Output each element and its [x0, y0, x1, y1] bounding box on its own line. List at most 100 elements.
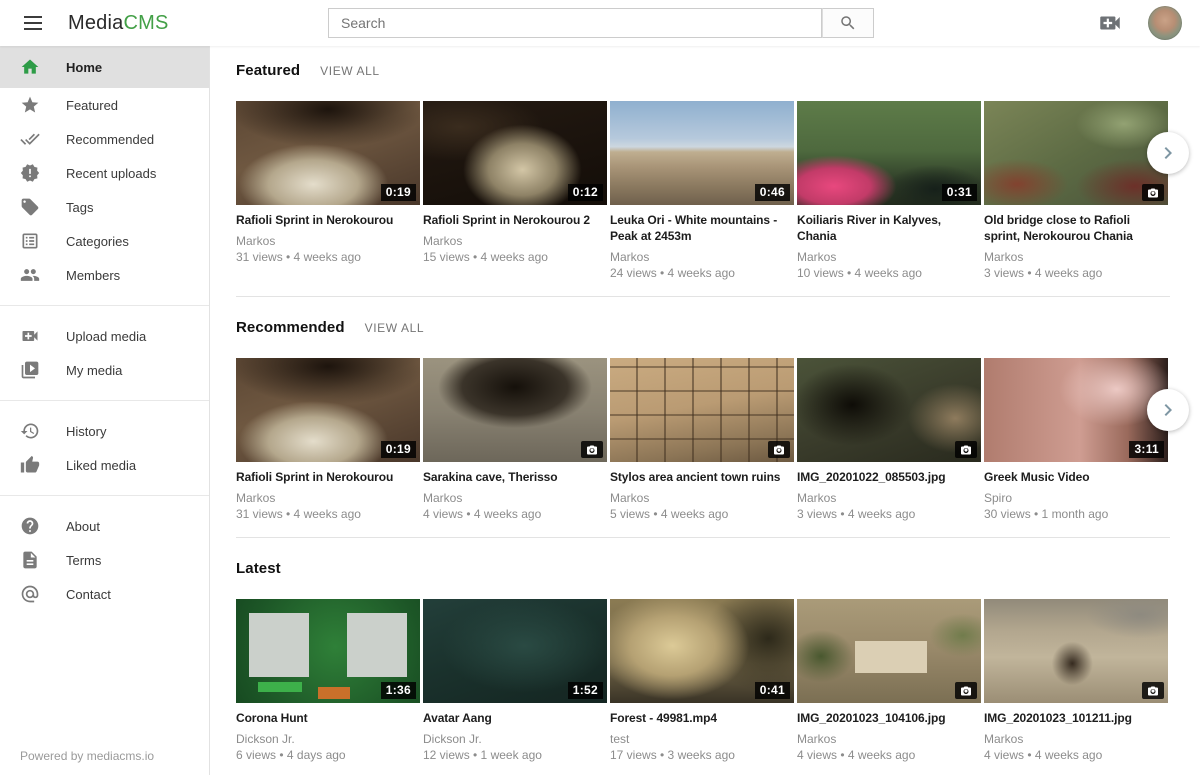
media-title[interactable]: Old bridge close to Rafioli sprint, Nero…	[984, 212, 1168, 244]
sidebar-item-members[interactable]: Members	[0, 258, 209, 292]
media-author[interactable]: Markos	[610, 250, 794, 265]
media-thumbnail[interactable]: 0:31	[797, 101, 981, 205]
media-title[interactable]: Rafioli Sprint in Nerokourou	[236, 469, 420, 485]
media-card[interactable]: 0:12 Rafioli Sprint in Nerokourou 2 Markos…	[423, 101, 607, 281]
card-row: 0:19Rafioli Sprint in NerokourouMarkos31…	[236, 101, 1170, 281]
section-title: Recommended	[236, 319, 345, 336]
media-author[interactable]: Markos	[236, 491, 420, 506]
media-title[interactable]: IMG_20201022_085503.jpg	[797, 469, 981, 485]
media-author[interactable]: Markos	[797, 491, 981, 506]
sidebar-item-categories[interactable]: Categories	[0, 224, 209, 258]
media-title[interactable]: Stylos area ancient town ruins	[610, 469, 794, 485]
media-card[interactable]: 0:46 Leuka Ori - White mountains - Peak a…	[610, 101, 794, 281]
media-thumbnail[interactable]	[423, 358, 607, 462]
sidebar-item-recommended[interactable]: Recommended	[0, 122, 209, 156]
sidebar-item-recent-uploads[interactable]: Recent uploads	[0, 156, 209, 190]
media-meta: 3 views • 4 weeks ago	[797, 507, 981, 522]
media-thumbnail[interactable]: 1:36	[236, 599, 420, 703]
section-header: FeaturedVIEW ALL	[236, 62, 1170, 84]
section-featured: FeaturedVIEW ALL0:19Rafioli Sprint in Ne…	[236, 62, 1170, 297]
menu-hamburger-icon[interactable]	[14, 4, 52, 42]
document-icon	[20, 550, 40, 570]
media-title[interactable]: Rafioli Sprint in Nerokourou	[236, 212, 420, 228]
media-author[interactable]: Markos	[984, 732, 1168, 747]
media-thumbnail[interactable]: 1:52	[423, 599, 607, 703]
media-title[interactable]: Koiliaris River in Kalyves, Chania	[797, 212, 981, 244]
view-all-link[interactable]: VIEW ALL	[320, 64, 380, 78]
card-row-wrap: 0:19Rafioli Sprint in NerokourouMarkos31…	[236, 358, 1170, 522]
section-header: Latest	[236, 560, 1170, 582]
media-thumbnail[interactable]: 0:12	[423, 101, 607, 205]
sidebar-item-upload-media[interactable]: Upload media	[0, 319, 209, 353]
people-icon	[20, 265, 40, 285]
media-card[interactable]: IMG_20201023_101211.jpgMarkos4 views • 4…	[984, 599, 1168, 763]
media-card[interactable]: 0:19 Rafioli Sprint in Nerokourou Markos31…	[236, 358, 420, 522]
media-card[interactable]: 3:11Greek Music VideoSpiro30 views • 1 m…	[984, 358, 1168, 522]
media-title[interactable]: Greek Music Video	[984, 469, 1168, 485]
media-thumbnail[interactable]	[984, 599, 1168, 703]
sidebar-item-featured[interactable]: Featured	[0, 88, 209, 122]
media-title[interactable]: Corona Hunt	[236, 710, 420, 726]
sidebar-item-home[interactable]: Home	[0, 46, 209, 88]
media-meta: 5 views • 4 weeks ago	[610, 507, 794, 522]
media-author[interactable]: Spiro	[984, 491, 1168, 506]
media-thumbnail[interactable]	[610, 358, 794, 462]
next-arrow-button[interactable]	[1147, 132, 1189, 174]
media-thumbnail[interactable]: 3:11	[984, 358, 1168, 462]
view-all-link[interactable]: VIEW ALL	[365, 321, 425, 335]
search-button[interactable]	[822, 8, 874, 38]
media-card[interactable]: 0:19Rafioli Sprint in NerokourouMarkos31…	[236, 101, 420, 281]
media-card[interactable]: 1:36Corona HuntDickson Jr.6 views • 4 da…	[236, 599, 420, 763]
media-card[interactable]: IMG_20201023_104106.jpgMarkos4 views • 4…	[797, 599, 981, 763]
media-title[interactable]: Sarakina cave, Therisso	[423, 469, 607, 485]
media-thumbnail[interactable]: 0:46	[610, 101, 794, 205]
media-meta: 31 views • 4 weeks ago	[236, 507, 420, 522]
sidebar-item-terms[interactable]: Terms	[0, 543, 209, 577]
media-title[interactable]: Forest - 49981.mp4	[610, 710, 794, 726]
media-card[interactable]: Sarakina cave, TherissoMarkos4 views • 4…	[423, 358, 607, 522]
media-author[interactable]: Markos	[423, 491, 607, 506]
media-thumbnail[interactable]: 0:19	[236, 358, 420, 462]
media-title[interactable]: Avatar Aang	[423, 710, 607, 726]
media-title[interactable]: Leuka Ori - White mountains - Peak at 24…	[610, 212, 794, 244]
media-author[interactable]: Dickson Jr.	[423, 732, 607, 747]
sidebar-item-contact[interactable]: Contact	[0, 577, 209, 611]
sidebar-item-label: History	[66, 424, 106, 439]
media-author[interactable]: Markos	[423, 234, 607, 249]
media-author[interactable]: Markos	[797, 250, 981, 265]
next-arrow-button[interactable]	[1147, 389, 1189, 431]
upload-video-icon[interactable]	[1096, 9, 1124, 37]
search-input[interactable]	[328, 8, 822, 38]
history-icon	[20, 421, 40, 441]
media-title[interactable]: Rafioli Sprint in Nerokourou 2	[423, 212, 607, 228]
media-thumbnail[interactable]: 0:41	[610, 599, 794, 703]
media-author[interactable]: Dickson Jr.	[236, 732, 420, 747]
media-thumbnail[interactable]: 0:19	[236, 101, 420, 205]
media-author[interactable]: test	[610, 732, 794, 747]
sidebar-item-tags[interactable]: Tags	[0, 190, 209, 224]
app-logo[interactable]: MediaCMS	[68, 12, 169, 35]
media-card[interactable]: 0:41Forest - 49981.mp4test17 views • 3 w…	[610, 599, 794, 763]
media-author[interactable]: Markos	[610, 491, 794, 506]
sidebar-item-about[interactable]: About	[0, 509, 209, 543]
media-card[interactable]: 1:52Avatar AangDickson Jr.12 views • 1 w…	[423, 599, 607, 763]
sidebar-divider	[0, 305, 209, 306]
sidebar-item-label: Upload media	[66, 329, 146, 344]
sidebar-item-liked-media[interactable]: Liked media	[0, 448, 209, 482]
media-author[interactable]: Markos	[236, 234, 420, 249]
media-card[interactable]: Old bridge close to Rafioli sprint, Nero…	[984, 101, 1168, 281]
media-card[interactable]: 0:31 Koiliaris River in Kalyves, Chania Ma…	[797, 101, 981, 281]
media-card[interactable]: Stylos area ancient town ruins Markos5 vi…	[610, 358, 794, 522]
media-title[interactable]: IMG_20201023_101211.jpg	[984, 710, 1168, 726]
camera-icon	[955, 682, 977, 699]
sidebar-item-my-media[interactable]: My media	[0, 353, 209, 387]
media-author[interactable]: Markos	[797, 732, 981, 747]
media-thumbnail[interactable]	[797, 358, 981, 462]
media-thumbnail[interactable]	[984, 101, 1168, 205]
sidebar-item-history[interactable]: History	[0, 414, 209, 448]
media-card[interactable]: IMG_20201022_085503.jpg Markos3 views • 4…	[797, 358, 981, 522]
media-thumbnail[interactable]	[797, 599, 981, 703]
media-author[interactable]: Markos	[984, 250, 1168, 265]
media-title[interactable]: IMG_20201023_104106.jpg	[797, 710, 981, 726]
user-avatar[interactable]	[1148, 6, 1182, 40]
